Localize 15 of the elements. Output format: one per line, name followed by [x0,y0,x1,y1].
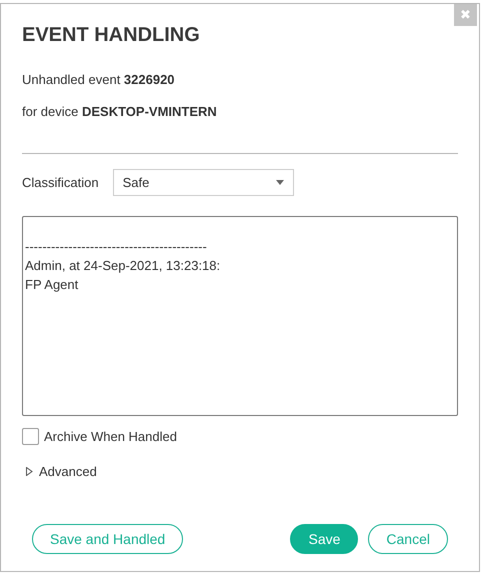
archive-label: Archive When Handled [44,428,177,446]
classification-label: Classification [22,174,99,192]
dialog-title: EVENT HANDLING [22,23,200,48]
primary-button[interactable]: Save [290,524,358,554]
outline-button[interactable]: Cancel [368,524,448,554]
outline-button[interactable]: Save and Handled [32,524,184,554]
device-text: for device DESKTOP-VMINTERN [22,102,217,120]
archive-checkbox[interactable] [22,428,39,446]
caret-down-icon [276,180,284,185]
notes-field[interactable]: ------------------------------------------ Admin, at 24-Sep-2021, 13:23:18: FP Agent [22,216,458,416]
triangle-right-icon [26,466,33,476]
event-text: Unhandled event 3226920 [22,71,175,89]
close-button[interactable]: ✖ [454,4,477,26]
classification-select[interactable]: Safe [112,169,294,196]
advanced-toggle[interactable]: Advanced [26,462,97,481]
